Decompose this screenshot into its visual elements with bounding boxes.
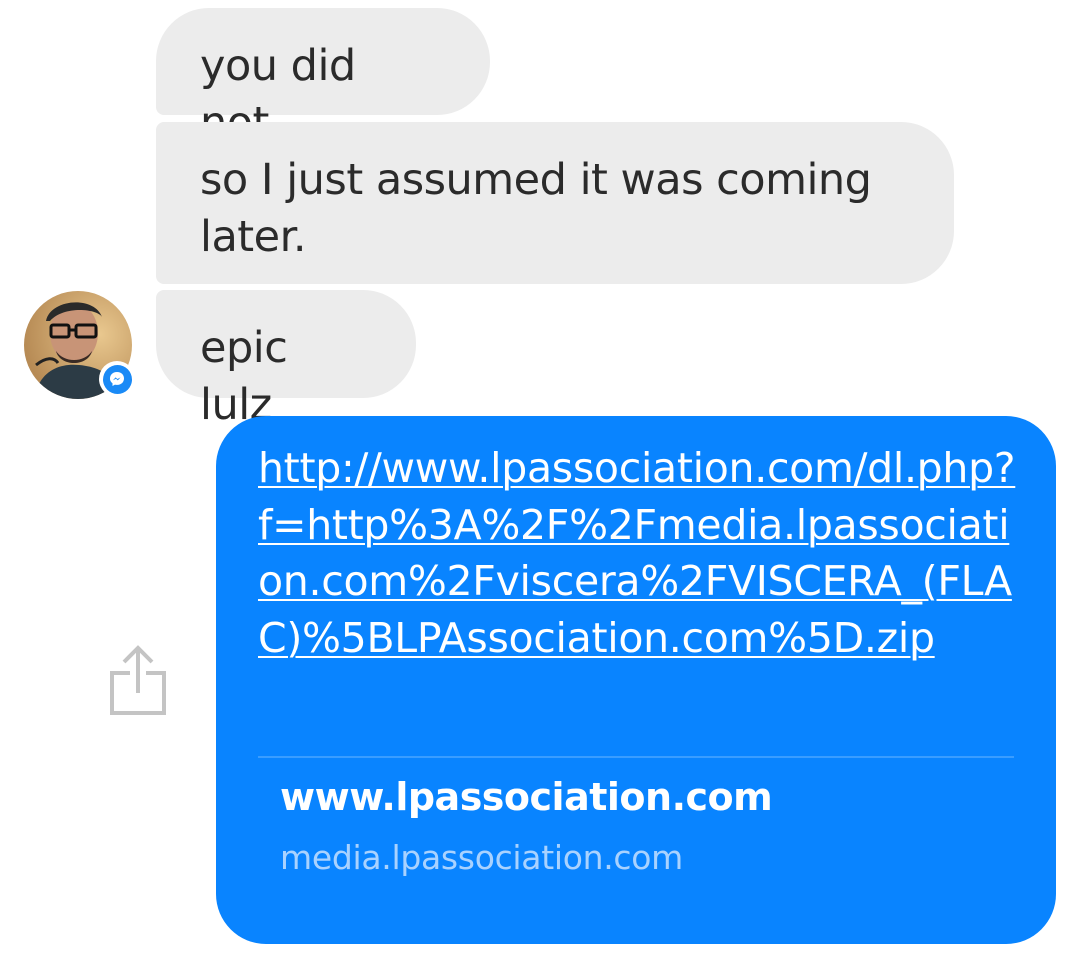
link-preview-title[interactable]: www.lpassociation.com [280, 772, 773, 822]
preview-divider [258, 756, 1014, 758]
incoming-message[interactable]: epic lulz [156, 290, 416, 430]
incoming-message[interactable]: you did not. [156, 8, 490, 148]
message-thread: you did not. so I just assumed it was co… [0, 0, 1080, 958]
messenger-icon [110, 372, 124, 386]
link-preview-domain: media.lpassociation.com [280, 838, 684, 877]
message-link[interactable]: http://www.lpassociation.com/dl.php?f=ht… [258, 440, 1018, 666]
incoming-message[interactable]: so I just assumed it was coming later. [156, 122, 954, 284]
outgoing-message[interactable]: http://www.lpassociation.com/dl.php?f=ht… [216, 416, 1056, 944]
share-icon[interactable] [108, 645, 168, 717]
messenger-badge [99, 361, 135, 397]
message-text: so I just assumed it was coming later. [200, 155, 872, 262]
message-text: epic lulz [200, 323, 288, 430]
avatar[interactable] [24, 291, 135, 399]
